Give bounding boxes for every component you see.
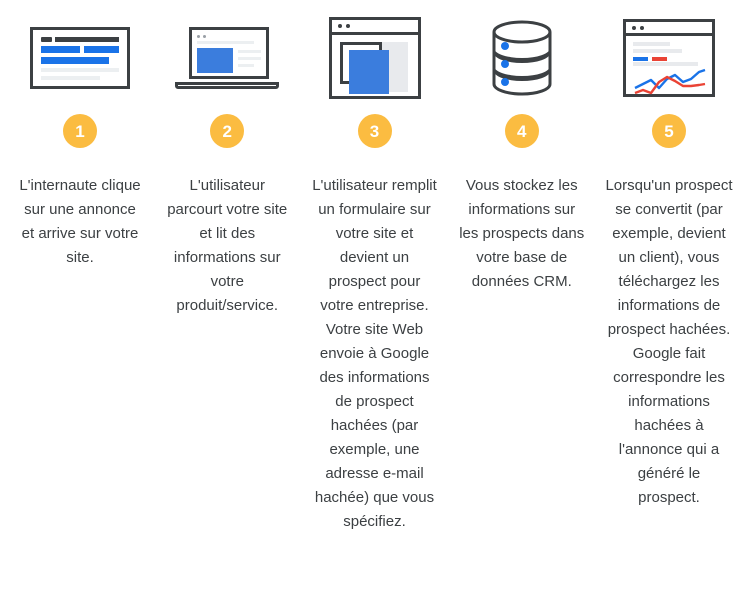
window-title-bar — [331, 20, 418, 35]
header-line-shape — [197, 41, 254, 44]
chart-panel — [626, 36, 712, 106]
ad-link-shape — [41, 57, 109, 64]
step-caption: L'utilisateur parcourt votre site et lit… — [167, 177, 288, 314]
form-window-icon — [328, 17, 421, 99]
analytics-chart-window-icon — [623, 19, 715, 97]
chart-legend — [633, 57, 705, 61]
browser-dots-icon — [197, 35, 261, 38]
step-5-badge-area: 5 — [652, 108, 686, 154]
step-caption: L'utilisateur remplit un formulaire sur … — [312, 177, 437, 530]
step-5-icon-area — [599, 8, 739, 108]
page-body — [197, 48, 262, 73]
step-4-badge-area: 4 — [504, 108, 539, 154]
text-line-shape — [41, 68, 119, 72]
step-caption: Lorsqu'un prospect se convertit (par exe… — [605, 177, 733, 506]
form-fill-shape — [348, 50, 389, 94]
window-title-bar — [626, 22, 712, 36]
step-2-badge-area: 2 — [210, 108, 245, 154]
laptop-website-icon — [175, 23, 280, 93]
step-2-icon-area — [157, 8, 297, 108]
flow-step-3: 3 L'utilisateur remplit un formulaire su… — [305, 0, 445, 534]
laptop-screen — [189, 27, 270, 79]
step-number-badge: 1 — [63, 114, 97, 148]
flow-step-2: 2 L'utilisateur parcourt votre site et l… — [157, 0, 297, 318]
ad-result-row-2 — [41, 57, 119, 64]
ad-tag-icon — [41, 37, 52, 42]
step-number-badge: 3 — [357, 114, 392, 148]
ad-result-row-1 — [41, 46, 119, 53]
legend-swatch-red — [652, 57, 667, 61]
image-placeholder-shape — [197, 48, 234, 73]
search-ad-page-icon — [30, 27, 130, 89]
text-line-shape — [633, 62, 698, 66]
step-3-icon-area — [305, 8, 445, 108]
ad-link-shape — [83, 46, 119, 53]
url-bar-shape — [55, 37, 119, 42]
step-caption: L'internaute clique sur une annonce et a… — [19, 177, 141, 266]
laptop-base — [175, 82, 280, 89]
step-caption: Vous stockez les informations sur les pr… — [459, 177, 585, 290]
ad-label-row — [41, 37, 119, 42]
step-number-badge: 2 — [210, 114, 245, 148]
legend-swatch-blue — [633, 57, 648, 61]
step-1-icon-area — [10, 8, 150, 108]
line-chart-graphic — [634, 68, 706, 95]
text-lines-group — [238, 48, 262, 73]
text-line-shape — [41, 76, 101, 80]
step-number-badge: 4 — [504, 114, 539, 148]
step-1-badge-area: 1 — [63, 108, 97, 154]
step-4-icon-area — [452, 8, 592, 108]
flow-step-4: 4 Vous stockez les informations sur les … — [452, 0, 592, 294]
step-3-badge-area: 3 — [357, 108, 392, 154]
flow-step-1: 1 L'internaute clique sur une annonce et… — [10, 0, 150, 270]
step-number-badge: 5 — [652, 114, 686, 148]
text-line-shape — [633, 49, 682, 53]
ad-link-shape — [41, 46, 80, 53]
text-line-shape — [633, 42, 671, 46]
conversion-flow-diagram: 1 L'internaute clique sur une annonce et… — [0, 0, 747, 534]
database-icon — [492, 20, 552, 96]
flow-step-5: 5 Lorsqu'un prospect se convertit (par e… — [599, 0, 739, 510]
